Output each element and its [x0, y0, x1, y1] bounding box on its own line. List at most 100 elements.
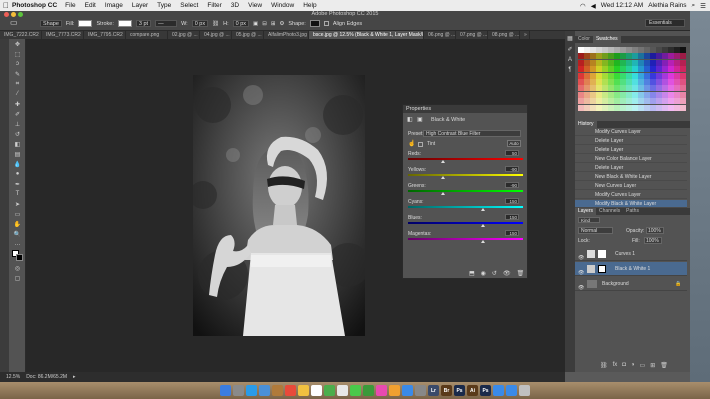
properties-title[interactable]: Properties: [403, 105, 527, 113]
magentas-slider-thumb[interactable]: [481, 240, 485, 243]
status-arrow-icon[interactable]: ▸: [73, 374, 76, 380]
dock-icon-22[interactable]: [506, 385, 517, 396]
stroke-size-field[interactable]: 3 pt: [135, 20, 152, 27]
fill-swatch[interactable]: [78, 20, 93, 27]
blues-slider-thumb[interactable]: [481, 224, 485, 227]
user-name[interactable]: Alethia Rains: [648, 2, 686, 9]
marquee-tool-icon[interactable]: ⬚: [9, 49, 26, 59]
paragraph-panel-icon[interactable]: ¶: [565, 67, 575, 73]
group-icon[interactable]: ▭: [640, 362, 646, 369]
view-previous-icon[interactable]: ◉: [481, 270, 486, 277]
swatch-chip[interactable]: [680, 66, 686, 73]
screen-mode-icon[interactable]: ▢: [9, 273, 26, 283]
doc-tab[interactable]: IMG_7773.CR2: [42, 31, 84, 39]
gradient-tool-icon[interactable]: ▤: [9, 149, 26, 159]
dock-icon-3[interactable]: [259, 385, 270, 396]
dock-icon-10[interactable]: [350, 385, 361, 396]
volume-icon[interactable]: ◀: [591, 2, 596, 10]
doc-size[interactable]: Doc: 86.2M/65.2M: [26, 374, 67, 380]
swatch-chip[interactable]: [680, 47, 686, 53]
layer-row-selected[interactable]: 👁 Black & White 1: [575, 262, 687, 276]
tab-layers[interactable]: Layers: [575, 208, 597, 215]
magentas-value[interactable]: 150: [505, 230, 519, 236]
tab-channels[interactable]: Channels: [596, 208, 623, 215]
history-item[interactable]: Delete Layer: [575, 164, 687, 172]
dock-icon-1[interactable]: [233, 385, 244, 396]
menu-image[interactable]: Image: [105, 2, 123, 9]
greens-value[interactable]: -90: [505, 182, 519, 188]
yellows-value[interactable]: -90: [505, 166, 519, 172]
auto-button[interactable]: Auto: [507, 140, 521, 147]
adjustment-layer-icon[interactable]: ◑: [631, 362, 635, 369]
dock-icon-14[interactable]: [402, 385, 413, 396]
cyans-value[interactable]: 150: [505, 198, 519, 204]
swatches-grid[interactable]: [578, 47, 687, 111]
eraser-tool-icon[interactable]: ◧: [9, 139, 26, 149]
doc-tab[interactable]: 06.png @ ...: [424, 31, 456, 39]
shape-tool-icon[interactable]: ▭: [9, 209, 26, 219]
dodge-tool-icon[interactable]: ●: [9, 169, 26, 179]
history-item[interactable]: Modify Curves Layer: [575, 191, 687, 199]
dock-icon-20[interactable]: Ps: [480, 385, 491, 396]
yellows-slider-track[interactable]: [408, 174, 523, 176]
magentas-slider-track[interactable]: [408, 238, 523, 240]
history-item[interactable]: New Color Balance Layer: [575, 155, 687, 163]
dock-icon-19[interactable]: Ai: [467, 385, 478, 396]
menu-edit[interactable]: Edit: [85, 2, 96, 9]
cyans-slider-thumb[interactable]: [481, 208, 485, 211]
tabs-overflow-icon[interactable]: »: [520, 31, 530, 39]
brush-panel-icon[interactable]: ✐: [565, 46, 575, 53]
character-panel-icon[interactable]: A: [565, 57, 575, 63]
brush-tool-icon[interactable]: ✐: [9, 109, 26, 119]
menu-type[interactable]: Type: [157, 2, 171, 9]
delete-layer-icon[interactable]: 🗑: [660, 362, 668, 369]
stamp-tool-icon[interactable]: ⊥: [9, 119, 26, 129]
hand-tool-icon[interactable]: ✋: [9, 219, 26, 229]
history-item[interactable]: Delete Layer: [575, 137, 687, 145]
zoom-window-button[interactable]: [18, 12, 23, 17]
swatch-chip[interactable]: [680, 78, 686, 85]
swatch-chip[interactable]: [680, 72, 686, 79]
trash-icon[interactable]: 🗑: [517, 270, 525, 277]
dock-icon-6[interactable]: [298, 385, 309, 396]
fill-field[interactable]: 100%: [644, 237, 662, 244]
menu-3d[interactable]: 3D: [231, 2, 239, 9]
quick-select-tool-icon[interactable]: ✎: [9, 69, 26, 79]
tab-paths[interactable]: Paths: [623, 208, 642, 215]
history-item[interactable]: Modify Curves Layer: [575, 128, 687, 136]
doc-tab[interactable]: AlfalimPhoto3.jpg: [264, 31, 309, 39]
doc-tab[interactable]: 05.jpg @ ...: [232, 31, 264, 39]
adjustment-icon[interactable]: ◧: [407, 116, 413, 123]
tab-swatches[interactable]: Swatches: [592, 36, 621, 43]
pen-tool-icon[interactable]: ✒: [9, 179, 26, 189]
swatch-chip[interactable]: [680, 85, 686, 92]
history-panel-icon[interactable]: ▦: [565, 35, 575, 42]
clock[interactable]: Wed 12:12 AM: [601, 2, 644, 9]
menu-layer[interactable]: Layer: [132, 2, 148, 9]
history-item[interactable]: New Black & White Layer: [575, 173, 687, 181]
path-align-icon[interactable]: ⊟: [262, 21, 267, 27]
path-arrange-icon[interactable]: ⊞: [271, 21, 276, 27]
move-tool-icon[interactable]: ✥: [9, 39, 26, 49]
shape-picker[interactable]: [309, 20, 320, 27]
healing-tool-icon[interactable]: ✚: [9, 99, 26, 109]
target-adjust-icon[interactable]: ☝: [408, 140, 415, 147]
crop-tool-icon[interactable]: ⌗: [9, 79, 26, 89]
doc-tab[interactable]: 04.jpg @ ...: [200, 31, 232, 39]
dock-icon-5[interactable]: [285, 385, 296, 396]
menu-select[interactable]: Select: [180, 2, 198, 9]
new-layer-icon[interactable]: ⊞: [650, 362, 655, 369]
swatch-chip[interactable]: [680, 53, 686, 60]
reds-slider-track[interactable]: [408, 158, 523, 160]
mask-icon[interactable]: ▣: [417, 116, 423, 123]
align-edges-checkbox[interactable]: [323, 21, 329, 26]
dock-icon-8[interactable]: [324, 385, 335, 396]
blend-mode-select[interactable]: Normal: [578, 227, 613, 234]
menu-app-name[interactable]: Photoshop CC: [12, 2, 57, 9]
list-icon[interactable]: ☰: [700, 2, 706, 10]
dock-icon-16[interactable]: Lr: [428, 385, 439, 396]
history-brush-icon[interactable]: ↺: [9, 129, 26, 139]
stroke-swatch[interactable]: [117, 20, 132, 27]
close-window-button[interactable]: [4, 12, 9, 17]
reds-slider-thumb[interactable]: [441, 160, 445, 163]
